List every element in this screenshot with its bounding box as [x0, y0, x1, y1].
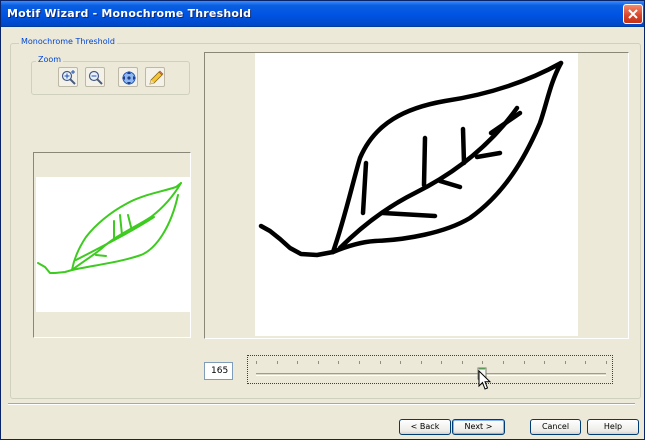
slider-tick — [544, 361, 545, 364]
slider-tick — [297, 361, 298, 364]
close-icon — [628, 9, 638, 19]
threshold-slider[interactable] — [247, 355, 613, 385]
zoom-group: Zoom — [31, 55, 190, 95]
window-title: Motif Wizard - Monochrome Threshold — [7, 7, 252, 20]
pan-button[interactable] — [118, 67, 138, 87]
zoom-in-button[interactable] — [58, 67, 78, 87]
slider-tick — [380, 361, 381, 364]
pencil-icon — [149, 70, 164, 85]
slider-tick — [359, 361, 360, 364]
slider-tick — [482, 361, 483, 364]
zoom-label: Zoom — [36, 55, 64, 64]
close-button[interactable] — [623, 4, 643, 24]
slider-tick — [277, 361, 278, 364]
slider-tick — [338, 361, 339, 364]
slider-track[interactable] — [256, 373, 606, 376]
original-preview-image — [36, 177, 190, 312]
slider-thumb[interactable] — [477, 367, 487, 385]
slider-tick — [462, 361, 463, 364]
group-label: Monochrome Threshold — [19, 37, 117, 46]
slider-tick — [565, 361, 566, 364]
threshold-value-field[interactable]: 165 — [204, 362, 233, 380]
cancel-button[interactable]: Cancel — [530, 419, 581, 435]
threshold-preview-image — [255, 53, 578, 336]
slider-tick — [441, 361, 442, 364]
zoom-out-button[interactable] — [85, 67, 105, 87]
slider-tick — [421, 361, 422, 364]
slider-tick — [503, 361, 504, 364]
slider-tick — [524, 361, 525, 364]
help-button[interactable]: Help — [587, 419, 639, 435]
slider-tick — [318, 361, 319, 364]
slider-tick — [400, 361, 401, 364]
zoom-out-icon — [88, 70, 103, 85]
slider-tick — [585, 361, 586, 364]
title-bar[interactable]: Motif Wizard - Monochrome Threshold — [1, 1, 644, 27]
button-separator — [8, 403, 635, 405]
slider-tick — [606, 361, 607, 364]
pencil-button[interactable] — [145, 67, 165, 87]
zoom-in-icon — [61, 70, 76, 85]
slider-tick — [256, 361, 257, 364]
back-button[interactable]: < Back — [399, 419, 451, 435]
pan-icon — [122, 71, 136, 85]
next-button[interactable]: Next > — [452, 419, 505, 435]
